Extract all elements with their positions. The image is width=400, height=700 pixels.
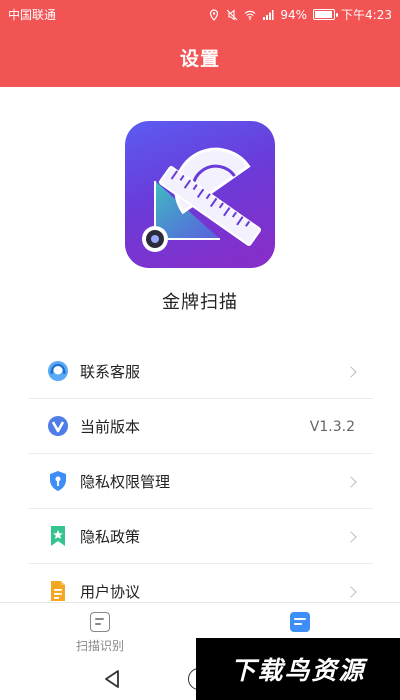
document-icon	[47, 580, 69, 602]
app-name: 金牌扫描	[162, 292, 238, 313]
settings-menu: 联系客服 当前版本 V1.3.2 隐私权限管理 隐私政策 用户协议	[28, 344, 373, 619]
watermark-text: 下载鸟资源	[230, 656, 366, 685]
menu-item-version[interactable]: 当前版本 V1.3.2	[28, 399, 373, 454]
menu-item-contact-service[interactable]: 联系客服	[28, 344, 373, 399]
page-header: 设置	[0, 28, 400, 87]
bookmark-star-icon	[47, 525, 69, 547]
tab-label: 扫描识别	[75, 639, 124, 653]
battery-percent: 94%	[280, 7, 308, 22]
ruler-protractor-app-icon	[125, 121, 275, 268]
chevron-right-icon	[345, 530, 357, 543]
menu-item-privacy-policy[interactable]: 隐私政策	[28, 509, 373, 564]
carrier-name: 中国联通	[8, 8, 57, 22]
status-bar: 中国联通 94% 下午4:23	[0, 0, 400, 28]
menu-item-label: 隐私权限管理	[80, 472, 171, 491]
menu-item-label: 用户协议	[80, 582, 141, 601]
battery-icon	[313, 9, 339, 20]
clock: 下午4:23	[341, 8, 392, 22]
menu-item-privacy-permissions[interactable]: 隐私权限管理	[28, 454, 373, 509]
chevron-right-icon	[345, 475, 357, 488]
wifi-icon	[244, 10, 256, 20]
scan-tab-icon	[90, 612, 110, 632]
location-icon	[210, 8, 219, 21]
chevron-right-icon	[345, 365, 357, 378]
watermark: 下载鸟资源	[196, 638, 400, 700]
chevron-right-icon	[345, 585, 357, 598]
menu-item-label: 隐私政策	[80, 527, 141, 546]
settings-tab-icon	[290, 612, 310, 632]
status-icons: 94% 下午4:23	[208, 6, 392, 23]
menu-item-label: 联系客服	[80, 362, 141, 381]
privacy-shield-icon	[47, 470, 69, 492]
page-title: 设置	[179, 48, 220, 70]
version-v-icon	[47, 415, 69, 437]
mute-icon	[226, 8, 238, 21]
signal-icon	[263, 9, 274, 20]
version-value: V1.3.2	[309, 418, 355, 435]
tab-scan[interactable]: 扫描识别	[0, 603, 200, 656]
menu-item-label: 当前版本	[80, 417, 141, 436]
back-icon[interactable]	[102, 668, 122, 690]
customer-service-icon	[47, 360, 69, 382]
